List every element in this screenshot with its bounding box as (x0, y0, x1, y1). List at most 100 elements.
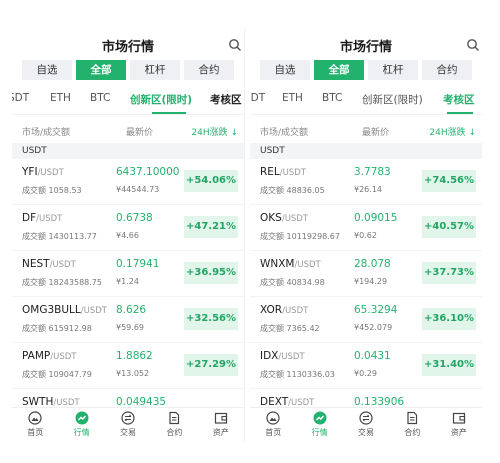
group-header: USDT (12, 143, 244, 159)
page-title: 市场行情 (339, 40, 392, 55)
segment-contract[interactable]: 合约 (422, 60, 472, 80)
change-badge: +31.40% (422, 354, 476, 376)
search-icon[interactable] (228, 38, 242, 52)
pair-quote: /USDT (36, 214, 63, 224)
nav-label: 交易 (358, 428, 375, 437)
nav-markets[interactable]: 行情 (296, 408, 342, 442)
col-change-sort[interactable]: 24H涨跌 ↓ (191, 125, 238, 138)
home-icon (266, 411, 280, 425)
market-row[interactable]: REL/USDT 成交额 48836.05 3.7783 ¥26.14 +74.… (250, 159, 482, 205)
price-cny: ¥13.052 (116, 369, 150, 378)
pair-base: IDX (260, 350, 279, 362)
pair-quote: /USDT (282, 306, 309, 316)
price-cny: ¥194.29 (354, 277, 388, 286)
pair-quote: /USDT (278, 352, 305, 362)
last-price: 0.0431 (354, 350, 391, 362)
segment-contract[interactable]: 合约 (184, 60, 234, 80)
segment-all[interactable]: 全部 (314, 60, 364, 80)
nav-label: 首页 (265, 428, 282, 437)
price-cny: ¥1.24 (116, 277, 139, 286)
last-price: 1.8862 (116, 350, 153, 362)
group-header: USDT (250, 143, 482, 159)
trade-icon (121, 411, 135, 425)
pair-quote: /USDT (281, 214, 309, 224)
segment-all[interactable]: 全部 (76, 60, 126, 80)
subtab-usdt[interactable]: SDT (250, 92, 265, 104)
nav-label: 合约 (166, 428, 183, 437)
col-change-sort[interactable]: 24H涨跌 ↓ (429, 125, 476, 138)
volume: 成交额 109047.79 (22, 370, 92, 379)
bottom-nav: 首页 行情 交易 合约 资产 (250, 407, 482, 442)
column-header: 市场/成交额 最新价 24H涨跌 ↓ (12, 114, 244, 143)
subtab-assessment[interactable]: 考核区 (210, 92, 242, 107)
pair-base: REL (260, 166, 280, 178)
pair-quote: /USDT (50, 352, 77, 362)
pair-base: OKS (260, 212, 282, 224)
volume: 成交额 1430113.77 (22, 232, 97, 241)
nav-markets[interactable]: 行情 (58, 408, 104, 442)
col-price[interactable]: 最新价 (362, 125, 389, 138)
bottom-nav: 首页 行情 交易 合约 资产 (12, 407, 244, 442)
nav-assets[interactable]: 资产 (436, 408, 482, 442)
segment-margin[interactable]: 杠杆 (368, 60, 418, 80)
nav-label: 合约 (404, 428, 421, 437)
subtab-assessment[interactable]: 考核区 (443, 92, 475, 107)
volume: 成交额 48836.05 (260, 186, 325, 195)
change-badge: +47.21% (184, 216, 238, 238)
markets-icon (313, 411, 327, 425)
market-row[interactable]: OKS/USDT 成交额 10119298.67 0.09015 ¥0.62 +… (250, 205, 482, 251)
subtab-innovation[interactable]: 创新区(限时) (362, 92, 423, 107)
segment-control: 自选 全部 杠杆 合约 (22, 60, 244, 80)
market-row[interactable]: NEST/USDT 成交额 18243588.75 0.17941 ¥1.24 … (12, 251, 244, 297)
volume: 成交额 7365.42 (260, 324, 320, 333)
subtab-usdt[interactable]: SDT (12, 92, 29, 104)
nav-assets[interactable]: 资产 (198, 408, 244, 442)
nav-contract[interactable]: 合约 (151, 408, 197, 442)
last-price: 0.17941 (116, 258, 160, 270)
market-row[interactable]: PAMP/USDT 成交额 109047.79 1.8862 ¥13.052 +… (12, 343, 244, 389)
volume: 成交额 1130336.03 (260, 370, 335, 379)
change-badge: +40.57% (422, 216, 476, 238)
pair-quote: /USDT (49, 260, 76, 270)
market-row[interactable]: IDX/USDT 成交额 1130336.03 0.0431 ¥0.29 +31… (250, 343, 482, 389)
pair-base: DF (22, 212, 37, 224)
volume: 成交额 1058.53 (22, 186, 82, 195)
market-row[interactable]: WNXM/USDT 成交额 40834.98 28.078 ¥194.29 +3… (250, 251, 482, 297)
price-cny: ¥4.66 (116, 231, 139, 240)
nav-contract[interactable]: 合约 (389, 408, 435, 442)
last-price: 28.078 (354, 258, 391, 270)
markets-icon (75, 411, 89, 425)
market-screen-left: 市场行情 自选 全部 杠杆 合约 SDT ETH BTC 创新区(限时) 考核区… (12, 28, 245, 442)
market-row[interactable]: XOR/USDT 成交额 7365.42 65.3294 ¥452.079 +3… (250, 297, 482, 343)
market-row[interactable]: YFI/USDT 成交额 1058.53 6437.10000 ¥44544.7… (12, 159, 244, 205)
segment-favorites[interactable]: 自选 (260, 60, 310, 80)
subtab-eth[interactable]: ETH (50, 92, 71, 104)
nav-home[interactable]: 首页 (12, 408, 58, 442)
nav-home[interactable]: 首页 (250, 408, 296, 442)
subtab-btc[interactable]: BTC (90, 92, 110, 104)
header: 市场行情 (12, 28, 244, 56)
pair-quote: /USDT (279, 168, 306, 178)
change-badge: +36.95% (184, 262, 238, 284)
last-price: 3.7783 (354, 166, 391, 178)
last-price: 65.3294 (354, 304, 398, 316)
subtab-btc[interactable]: BTC (322, 92, 342, 104)
subtab-innovation[interactable]: 创新区(限时) (130, 92, 192, 107)
header: 市场行情 (250, 28, 482, 56)
market-screen-right: 市场行情 自选 全部 杠杆 合约 SDT ETH BTC 创新区(限时) 考核区… (250, 28, 482, 442)
nav-trade[interactable]: 交易 (105, 408, 151, 442)
segment-margin[interactable]: 杠杆 (130, 60, 180, 80)
market-row[interactable]: OMG3BULL/USDT 成交额 615912.98 8.626 ¥59.69… (12, 297, 244, 343)
pair-base: OMG3BULL (22, 304, 81, 316)
price-cny: ¥59.69 (116, 323, 144, 332)
pair-base: PAMP (22, 350, 51, 362)
market-row[interactable]: DF/USDT 成交额 1430113.77 0.6738 ¥4.66 +47.… (12, 205, 244, 251)
subtab-eth[interactable]: ETH (282, 92, 303, 104)
search-icon[interactable] (466, 38, 480, 52)
screenshot-pair: 市场行情 自选 全部 杠杆 合约 SDT ETH BTC 创新区(限时) 考核区… (0, 0, 500, 463)
segment-favorites[interactable]: 自选 (22, 60, 72, 80)
last-price: 0.6738 (116, 212, 153, 224)
price-cny: ¥44544.73 (116, 185, 160, 194)
col-price[interactable]: 最新价 (126, 125, 153, 138)
nav-trade[interactable]: 交易 (343, 408, 389, 442)
